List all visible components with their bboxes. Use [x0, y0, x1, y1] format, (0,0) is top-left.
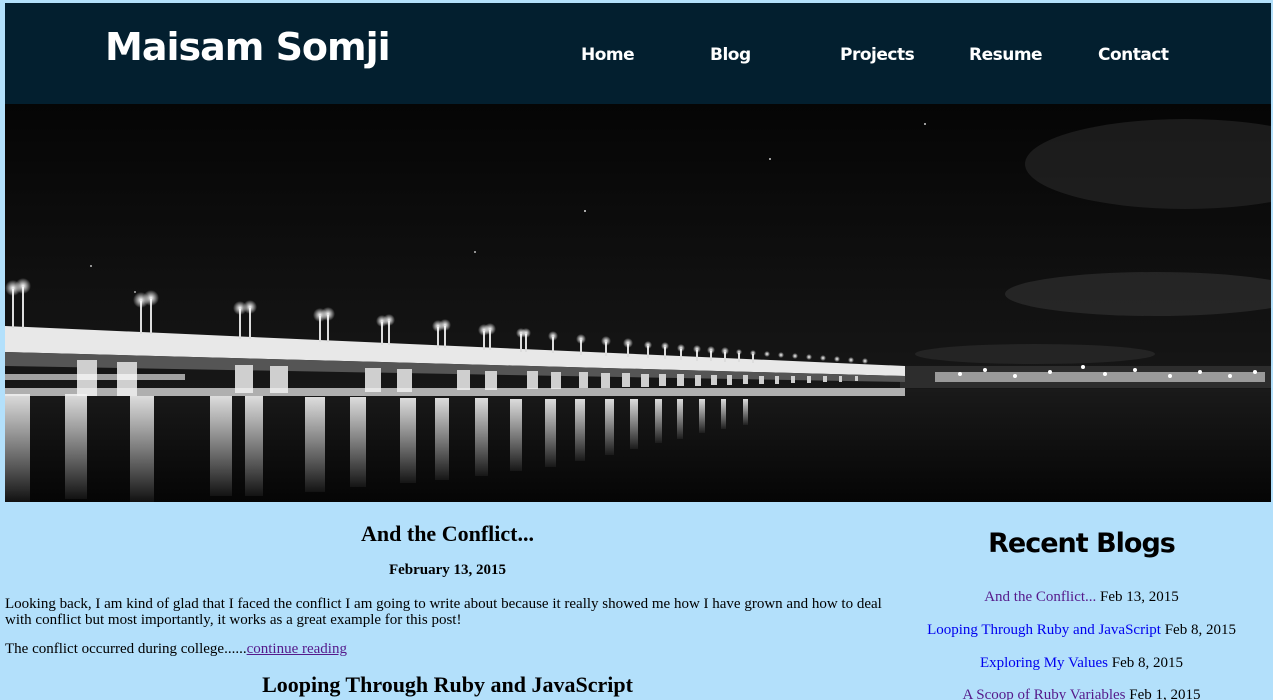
post-title[interactable]: Looping Through Ruby and JavaScript — [5, 671, 890, 699]
recent-blog-link[interactable]: Exploring My Values — [980, 655, 1108, 671]
nav-home[interactable]: Home — [581, 43, 635, 67]
site-title[interactable]: Maisam Somji — [105, 19, 391, 75]
recent-blog-date: Feb 8, 2015 — [1164, 622, 1236, 638]
nav-contact[interactable]: Contact — [1098, 43, 1169, 67]
recent-blogs-title: Recent Blogs — [988, 528, 1176, 559]
recent-blog-item: Exploring My Values Feb 8, 2015 — [890, 653, 1273, 673]
recent-blog-link[interactable]: A Scoop of Ruby Variables — [962, 687, 1125, 700]
recent-blog-date: Feb 13, 2015 — [1100, 589, 1179, 605]
bridge-photo — [5, 104, 1271, 502]
recent-blog-date: Feb 8, 2015 — [1111, 655, 1184, 671]
post-title[interactable]: And the Conflict... — [5, 520, 890, 548]
site-header: Maisam Somji Home Blog Projects Resume C… — [5, 3, 1271, 104]
post-continue-line: The conflict occurred during college....… — [5, 640, 885, 658]
nav-projects[interactable]: Projects — [840, 43, 915, 67]
nav-blog[interactable]: Blog — [710, 43, 751, 67]
recent-blog-item: A Scoop of Ruby Variables Feb 1, 2015 — [890, 685, 1273, 700]
recent-blog-date: Feb 1, 2015 — [1129, 687, 1201, 700]
nav-resume[interactable]: Resume — [969, 43, 1043, 67]
post-excerpt: Looking back, I am kind of glad that I f… — [5, 596, 882, 628]
recent-blog-link[interactable]: Looping Through Ruby and JavaScript — [927, 622, 1161, 638]
hero-image — [5, 104, 1271, 502]
post-more-prefix: The conflict occurred during college....… — [5, 641, 247, 657]
recent-blog-item: And the Conflict... Feb 13, 2015 — [890, 587, 1273, 607]
continue-reading-link[interactable]: continue reading — [247, 641, 347, 657]
post-date: February 13, 2015 — [388, 562, 507, 578]
recent-blog-item: Looping Through Ruby and JavaScript Feb … — [890, 620, 1273, 640]
recent-blog-link[interactable]: And the Conflict... — [984, 589, 1096, 605]
